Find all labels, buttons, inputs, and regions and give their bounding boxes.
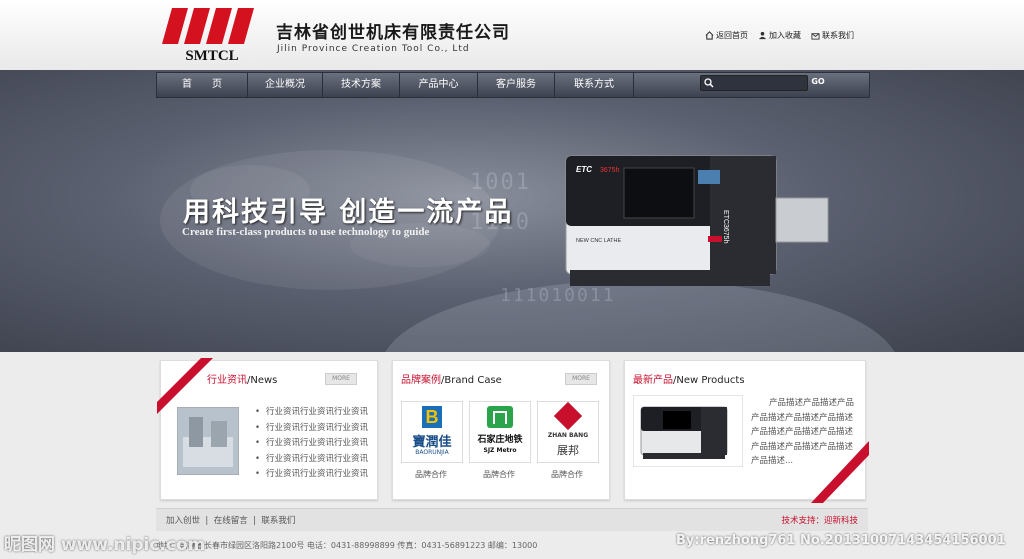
brand-name-cn: 石家庄地铁 <box>477 435 523 445</box>
brand-logo-baorunjia[interactable]: B 寶潤佳 BAORUNJIA <box>401 401 463 463</box>
brand-name-cn: 展邦 <box>557 444 579 457</box>
news-more-button[interactable]: MORE <box>325 373 357 385</box>
top-links: 返回首页 加入收藏 联系我们 <box>705 30 854 41</box>
users-icon <box>758 31 767 40</box>
banner-slogan-en: Create first-class products to use techn… <box>182 226 430 238</box>
news-panel: 行业资讯/News MORE 行业资讯行业资讯行业资讯 行业资讯行业资讯行业资讯… <box>157 358 378 500</box>
contact-icon <box>811 33 820 40</box>
brand-name-cn: 寶潤佳 <box>412 435 452 450</box>
search-go-button[interactable]: GO <box>808 75 828 89</box>
brand-case-panel: 品牌案例/Brand Case MORE B 寶潤佳 BAORUNJIA 石家庄… <box>392 360 610 500</box>
brand-more-button[interactable]: MORE <box>565 373 597 385</box>
search-box <box>700 75 808 91</box>
banner-slogan-cn: 用科技引导 创造一流产品 <box>183 197 514 228</box>
news-title: 行业资讯/News <box>207 371 277 386</box>
red-ribbon-corner <box>811 441 869 503</box>
footer-link-message[interactable]: 在线留言 <box>214 516 248 526</box>
brand-caption: 品牌合作 <box>551 470 583 479</box>
footer-links: 加入创世 | 在线留言 | 联系我们 <box>166 514 295 526</box>
footer-bar: 加入创世 | 在线留言 | 联系我们 技术支持：迎新科技 <box>156 508 868 531</box>
nav-item-contact[interactable]: 联系方式 <box>555 73 634 97</box>
products-title-cn: 最新产品 <box>633 375 673 386</box>
brand-caption: 品牌合作 <box>483 470 515 479</box>
nav-item-products[interactable]: 产品中心 <box>400 73 478 97</box>
home-icon <box>705 31 714 40</box>
smtcl-logo[interactable]: SMTCL <box>160 8 264 64</box>
product-thumbnail[interactable] <box>633 395 743 467</box>
new-products-panel: 最新产品/New Products 产品描述产品描述产品产品描述产品描述产品描述… <box>624 360 869 503</box>
news-item[interactable]: 行业资讯行业资讯行业资讯 <box>255 421 368 437</box>
news-title-en: /News <box>247 375 278 386</box>
brand-logo-zhanbang[interactable]: ZHAN BANG 展邦 <box>537 401 599 463</box>
nav-item-service[interactable]: 客户服务 <box>478 73 555 97</box>
search-input[interactable] <box>717 76 803 90</box>
news-thumbnail[interactable] <box>177 407 239 475</box>
products-title: 最新产品/New Products <box>633 371 745 386</box>
favorite-link[interactable]: 加入收藏 <box>758 30 801 41</box>
footer-address: 地址：吉林省长春市绿园区洛阳路2100号 电话：0431-88998899 传真… <box>156 541 538 550</box>
watermark-left: 昵图网 www.nipic.com <box>4 535 206 555</box>
brand-name-en: ZHAN BANG <box>547 432 589 439</box>
brand-caption: 品牌合作 <box>415 470 447 479</box>
red-ribbon-corner <box>157 358 213 414</box>
brand-name-en: BAORUNJIA <box>415 449 449 456</box>
machine-type-label: NEW CNC LATHE <box>576 238 621 244</box>
watermark-right: By:renzhong761 No.20131007143454156001 <box>676 533 1006 548</box>
brand-title: 品牌案例/Brand Case <box>401 371 502 386</box>
machine-model-label: ETC3675h <box>722 210 729 244</box>
news-list: 行业资讯行业资讯行业资讯 行业资讯行业资讯行业资讯 行业资讯行业资讯行业资讯 行… <box>255 405 368 483</box>
nav-item-about[interactable]: 企业概况 <box>248 73 323 97</box>
svg-text:ETC: ETC <box>576 165 592 174</box>
contact-link[interactable]: 联系我们 <box>811 30 854 41</box>
content-panels: 行业资讯/News MORE 行业资讯行业资讯行业资讯 行业资讯行业资讯行业资讯… <box>156 358 869 503</box>
news-item[interactable]: 行业资讯行业资讯行业资讯 <box>255 405 368 421</box>
nav-item-home[interactable]: 首 页 <box>157 73 248 97</box>
footer-separator: | <box>253 516 256 526</box>
brand-name-en: SJZ Metro <box>483 447 517 454</box>
news-item[interactable]: 行业资讯行业资讯行业资讯 <box>255 467 368 483</box>
footer-separator: | <box>205 516 209 526</box>
site-header: SMTCL 吉林省创世机床有限责任公司 Jilin Province Creat… <box>0 0 1024 70</box>
home-link[interactable]: 返回首页 <box>705 30 748 41</box>
contact-link-label: 联系我们 <box>822 31 854 40</box>
nav-item-solutions[interactable]: 技术方案 <box>323 73 400 97</box>
tech-support-link[interactable]: 技术支持：迎新科技 <box>781 514 858 526</box>
home-link-label: 返回首页 <box>716 31 748 40</box>
search-icon <box>704 78 714 88</box>
cnc-lathe-image: ETC 3675h ETC3675h NEW CNC LATHE <box>565 155 829 286</box>
footer-link-join[interactable]: 加入创世 <box>166 516 200 526</box>
brand-title-en: /Brand Case <box>441 375 502 386</box>
news-title-cn: 行业资讯 <box>207 375 247 386</box>
favorite-link-label: 加入收藏 <box>769 31 801 40</box>
company-name-cn: 吉林省创世机床有限责任公司 <box>276 23 510 43</box>
footer-link-contact[interactable]: 联系我们 <box>261 516 295 526</box>
logo-text: SMTCL <box>185 48 238 64</box>
brand-logo-sjz-metro[interactable]: 石家庄地铁 SJZ Metro <box>469 401 531 463</box>
hero-banner: 1001 1110 111010011 首 页 企业概况 技术方案 产品中心 客… <box>0 70 1024 352</box>
products-title-en: /New Products <box>673 375 745 386</box>
brand-title-cn: 品牌案例 <box>401 375 441 386</box>
svg-text:3675h: 3675h <box>600 167 620 174</box>
news-item[interactable]: 行业资讯行业资讯行业资讯 <box>255 436 368 452</box>
news-item[interactable]: 行业资讯行业资讯行业资讯 <box>255 452 368 468</box>
company-name-en: Jilin Province Creation Tool Co., Ltd <box>277 44 470 54</box>
